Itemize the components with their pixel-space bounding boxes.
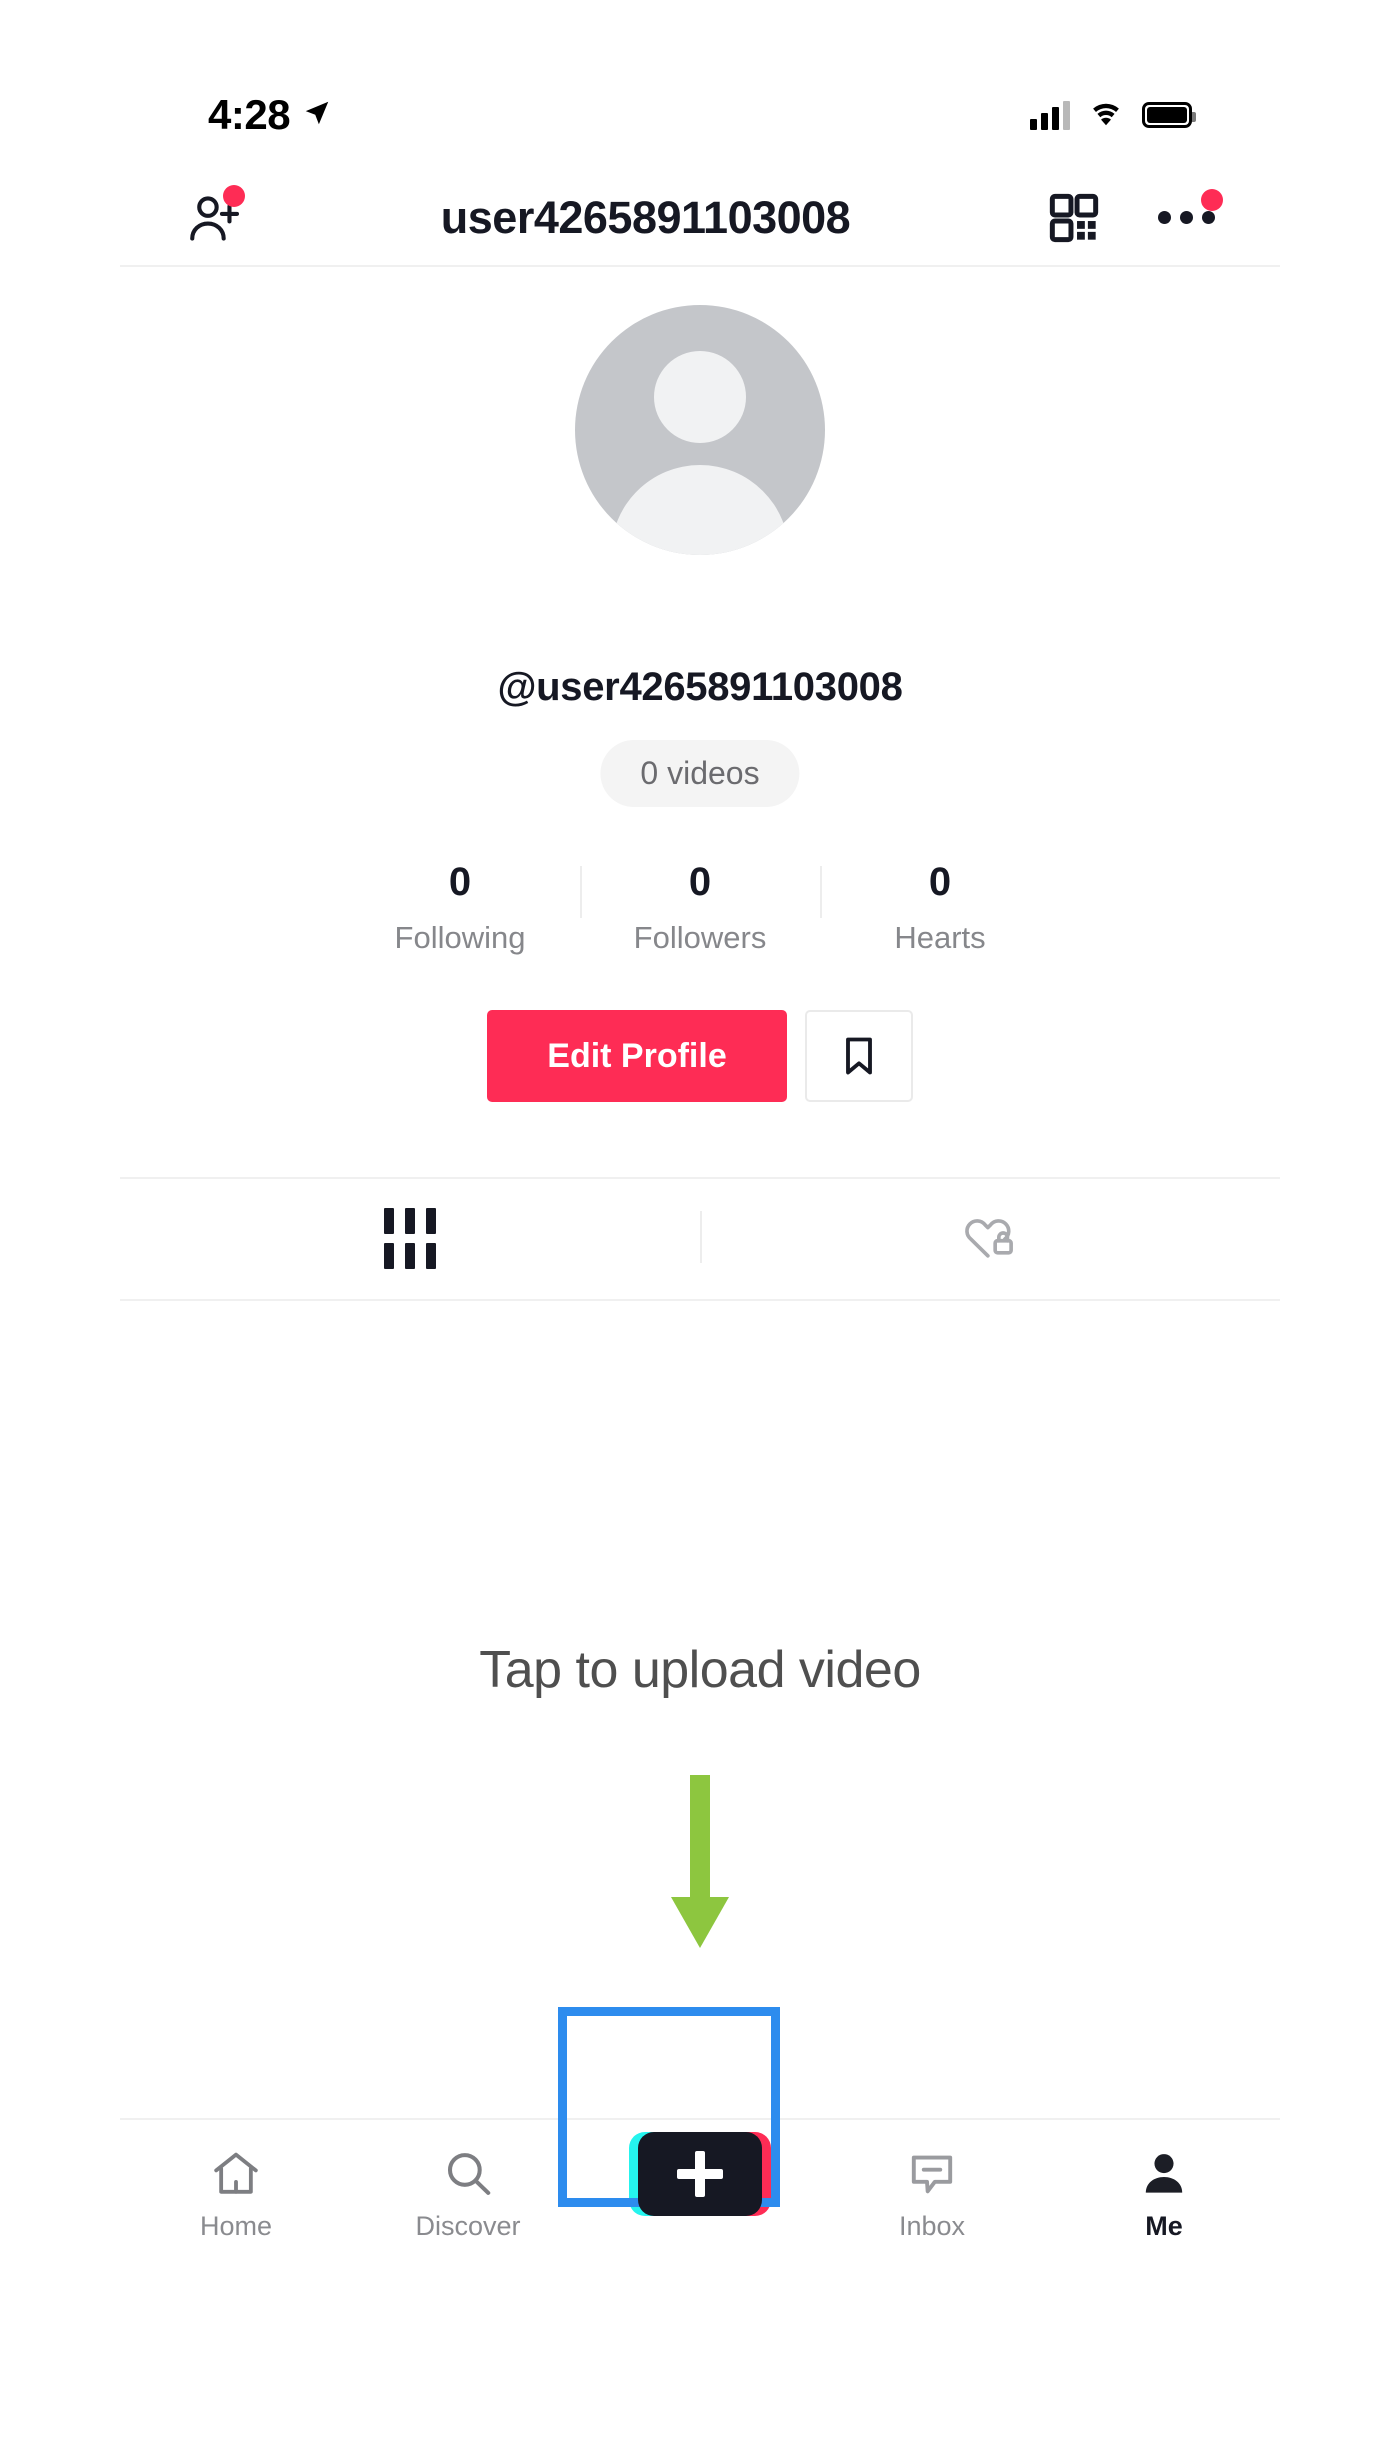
home-icon bbox=[209, 2146, 263, 2202]
liked-private-heart-lock-icon bbox=[962, 1210, 1018, 1267]
create-plus-core bbox=[638, 2132, 762, 2216]
page-title: user4265891103008 bbox=[441, 192, 850, 244]
more-options-badge bbox=[1201, 189, 1223, 211]
create-plus-icon bbox=[638, 2146, 762, 2202]
nav-item-discover[interactable]: Discover bbox=[352, 2120, 584, 2242]
inbox-message-icon bbox=[906, 2146, 958, 2202]
nav-item-home[interactable]: Home bbox=[120, 2120, 352, 2242]
edit-profile-button[interactable]: Edit Profile bbox=[487, 1010, 787, 1102]
nav-item-me[interactable]: Me bbox=[1048, 2120, 1280, 2242]
avatar-head bbox=[654, 351, 746, 443]
location-arrow-icon bbox=[302, 98, 332, 133]
status-bar-left: 4:28 bbox=[208, 91, 332, 139]
stat-following[interactable]: 0 Following bbox=[340, 860, 580, 956]
search-icon bbox=[441, 2146, 495, 2202]
add-person-button[interactable] bbox=[185, 189, 243, 247]
tab-liked-private[interactable] bbox=[700, 1177, 1280, 1299]
person-icon bbox=[1138, 2146, 1190, 2202]
nav-label-home: Home bbox=[200, 2211, 272, 2242]
tab-posts[interactable] bbox=[120, 1177, 700, 1299]
status-bar: 4:28 bbox=[120, 80, 1280, 150]
profile-handle: @user4265891103008 bbox=[120, 665, 1280, 710]
battery-full-icon bbox=[1142, 102, 1192, 128]
phone-screenshot: 4:28 user4 bbox=[0, 0, 1400, 2443]
add-person-badge bbox=[223, 185, 245, 207]
stat-hearts-label: Hearts bbox=[820, 920, 1060, 956]
profile-stats: 0 Following 0 Followers 0 Hearts bbox=[120, 860, 1280, 956]
header-divider bbox=[120, 265, 1280, 267]
profile-actions: Edit Profile bbox=[120, 1010, 1280, 1102]
nav-label-discover: Discover bbox=[415, 2211, 520, 2242]
bottom-navigation: Home Discover bbox=[120, 2120, 1280, 2280]
stat-following-value: 0 bbox=[340, 860, 580, 904]
create-plus-button[interactable] bbox=[638, 2132, 762, 2216]
stat-hearts-value: 0 bbox=[820, 860, 1060, 904]
status-bar-right bbox=[1030, 99, 1192, 132]
upload-prompt-text: Tap to upload video bbox=[120, 1640, 1280, 1700]
header-actions bbox=[1048, 192, 1215, 244]
tabs-bottom-divider bbox=[120, 1299, 1280, 1301]
nav-item-create[interactable] bbox=[584, 2120, 816, 2211]
nav-item-inbox[interactable]: Inbox bbox=[816, 2120, 1048, 2242]
videos-count-badge: 0 videos bbox=[600, 740, 799, 807]
stat-following-label: Following bbox=[340, 920, 580, 956]
stat-hearts[interactable]: 0 Hearts bbox=[820, 860, 1060, 956]
more-options-icon bbox=[1158, 211, 1215, 224]
avatar-body bbox=[611, 465, 789, 555]
stat-followers-value: 0 bbox=[580, 860, 820, 904]
avatar[interactable] bbox=[575, 305, 825, 555]
more-options-button[interactable] bbox=[1158, 211, 1215, 224]
cellular-signal-icon bbox=[1030, 100, 1070, 130]
stat-followers-label: Followers bbox=[580, 920, 820, 956]
down-arrow-annotation bbox=[657, 1775, 743, 1960]
qr-code-button[interactable] bbox=[1048, 192, 1100, 244]
nav-label-inbox: Inbox bbox=[899, 2211, 965, 2242]
app-screen: 4:28 user4 bbox=[120, 0, 1280, 2443]
content-tabs bbox=[120, 1177, 1280, 1299]
nav-label-me: Me bbox=[1145, 2211, 1183, 2242]
status-time: 4:28 bbox=[208, 91, 290, 139]
grid-posts-icon bbox=[384, 1208, 436, 1269]
stat-followers[interactable]: 0 Followers bbox=[580, 860, 820, 956]
bookmark-button[interactable] bbox=[805, 1010, 913, 1102]
wifi-icon bbox=[1088, 99, 1124, 132]
profile-header: user4265891103008 bbox=[120, 170, 1280, 265]
plus-glyph-icon bbox=[677, 2151, 723, 2197]
